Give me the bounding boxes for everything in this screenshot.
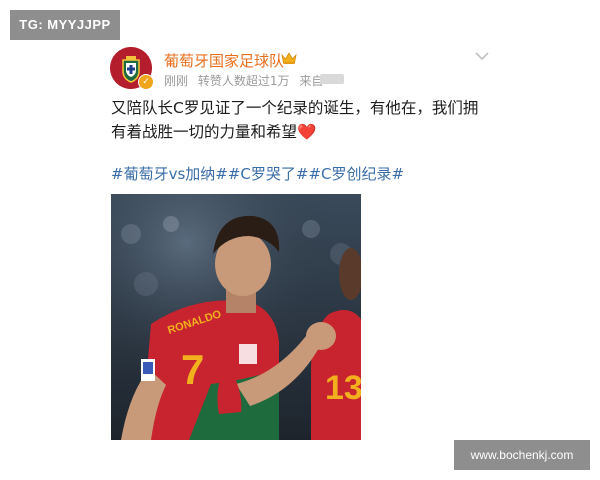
- ronaldo-celebration-image: 13 7 RONALDO: [111, 194, 361, 440]
- repost-count: 转赞人数超过1万: [197, 74, 290, 88]
- heart-icon: ❤️: [297, 123, 317, 141]
- watermark-top-left: TG: MYYJJPP: [10, 10, 120, 40]
- post-meta: 刚刚 转赞人数超过1万 来自: [164, 72, 329, 89]
- hashtag-link[interactable]: #C罗哭了#: [228, 165, 309, 183]
- post-text: 又陪队长C罗见证了一个纪录的诞生，有他在，我们拥 有着战胜一切的力量和希望❤️: [111, 96, 491, 144]
- author-name[interactable]: 葡萄牙国家足球队: [164, 50, 284, 71]
- post-text-line1: 又陪队长C罗见证了一个纪录的诞生，有他在，我们拥: [111, 99, 479, 117]
- verified-badge-icon: ✓: [138, 74, 154, 90]
- hashtag-row: #葡萄牙vs加纳##C罗哭了##C罗创纪录#: [111, 163, 404, 184]
- post-photo[interactable]: 13 7 RONALDO: [111, 194, 361, 440]
- crown-icon: [281, 52, 297, 64]
- post-text-line2-content: 有着战胜一切的力量和希望: [111, 123, 298, 141]
- post-time: 刚刚: [164, 74, 189, 88]
- teammate-number: 13: [325, 369, 361, 407]
- hashtag-link[interactable]: #C罗创纪录#: [308, 165, 404, 183]
- chevron-down-icon[interactable]: [474, 50, 490, 62]
- hashtag-link[interactable]: #葡萄牙vs加纳#: [111, 165, 228, 183]
- post-text-line2: 有着战胜一切的力量和希望❤️: [111, 120, 491, 144]
- watermark-bottom-right: www.bochenkj.com: [454, 440, 590, 470]
- main-jersey-number: 7: [181, 346, 204, 393]
- blurred-source: [320, 74, 344, 84]
